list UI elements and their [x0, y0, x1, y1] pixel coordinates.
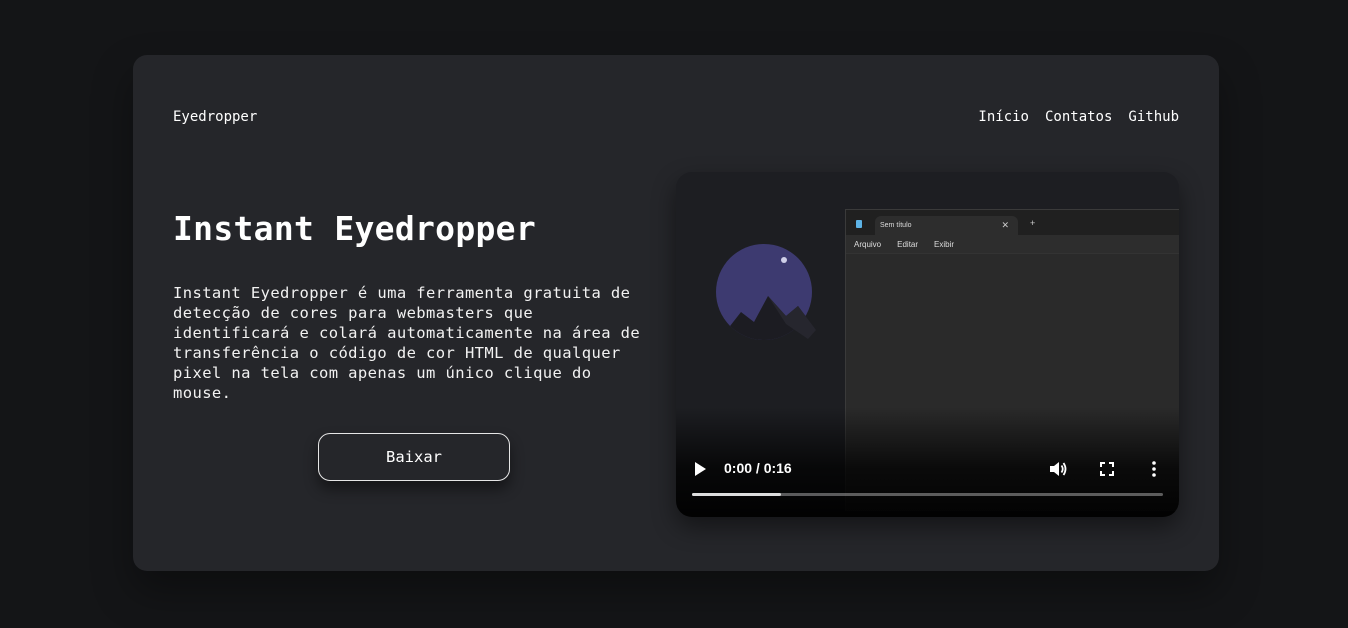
- close-icon: ✕: [1001, 220, 1009, 230]
- top-nav: Início Contatos Github: [978, 109, 1179, 125]
- video-progress-fill: [692, 493, 782, 496]
- new-tab-icon: +: [1030, 218, 1036, 228]
- moon-illustration: [716, 244, 816, 344]
- download-button[interactable]: Baixar: [318, 433, 510, 481]
- nav-link-inicio[interactable]: Início: [978, 109, 1029, 125]
- app-menu-arquivo: Arquivo: [854, 239, 882, 249]
- document-icon: [856, 220, 862, 228]
- nav-link-contatos[interactable]: Contatos: [1045, 109, 1112, 125]
- volume-icon[interactable]: [1049, 460, 1067, 478]
- fullscreen-icon[interactable]: [1099, 461, 1115, 477]
- app-tab-title: Sem título: [880, 222, 912, 229]
- video-progress-bar[interactable]: [692, 493, 1163, 496]
- video-time: 0:00 / 0:16: [724, 460, 792, 476]
- app-tab-bar: Sem título ✕ +: [846, 210, 1179, 235]
- brand-logo[interactable]: Eyedropper: [173, 109, 257, 125]
- app-menu-exibir: Exibir: [934, 239, 955, 249]
- play-icon[interactable]: [693, 461, 707, 477]
- app-tab: Sem título ✕: [875, 216, 1018, 235]
- more-options-icon[interactable]: [1150, 460, 1158, 478]
- app-menu-bar: Arquivo Editar Exibir: [846, 235, 1179, 254]
- page-title: Instant Eyedropper: [173, 209, 537, 248]
- main-card: Eyedropper Início Contatos Github Instan…: [133, 55, 1219, 571]
- hero-description: Instant Eyedropper é uma ferramenta grat…: [173, 284, 641, 402]
- nav-link-github[interactable]: Github: [1128, 109, 1179, 125]
- app-menu-editar: Editar: [897, 239, 919, 249]
- video-player[interactable]: Sem título ✕ + Arquivo Editar Exibir 0:0…: [676, 172, 1179, 517]
